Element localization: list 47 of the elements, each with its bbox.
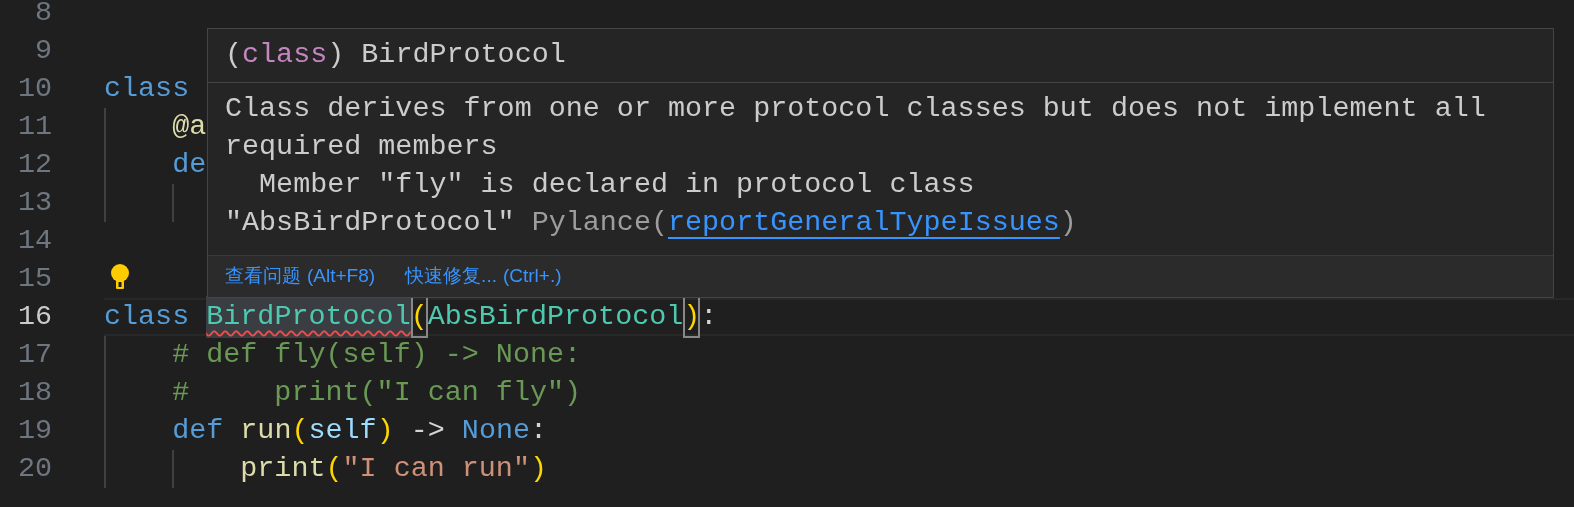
code-text: -> [409,412,446,449]
line-number: 14 [16,222,52,259]
line-number: 19 [16,412,52,449]
class-name: AbsBirdProtocol [427,298,684,335]
line-number: 20 [16,450,52,487]
bracket: ( [291,412,309,449]
class-name: BirdProtocol [206,295,411,339]
keyword-text: None [461,412,530,449]
rule-link[interactable]: reportGeneralTypeIssues [668,201,1060,245]
diagnostic-source: Pylance( [531,204,668,241]
bracket: ) [529,450,547,487]
diagnostic-source: ) [1059,204,1077,241]
diagnostic-message: Class derives from one or more protocol classes but does not implement all [225,90,1486,127]
line-number: 12 [16,146,52,183]
string-literal: "I can run" [342,450,530,487]
bracket: ) [683,295,701,339]
diagnostic-message: "AbsBirdProtocol" [225,204,515,241]
keyword-text: class [104,298,191,335]
function-name: print [239,450,326,487]
line-number: 11 [16,108,52,145]
diagnostic-message: required members [225,128,498,165]
code-text: : [530,412,548,449]
line-number: 13 [16,184,52,221]
keyword-text: de [171,146,207,183]
action-link[interactable]: 快速修复... (Ctrl+.) [405,262,562,291]
line-number: 15 [16,260,52,297]
line-number: 18 [16,374,52,411]
line-number: 17 [16,336,52,373]
code-text: : [700,298,718,335]
bracket: ) [376,412,394,449]
line-number: 8 [33,0,52,31]
action-link[interactable]: 查看问题 (Alt+F8) [225,262,376,291]
comment-text: # print("I can fly") [171,374,582,411]
line-number: 16 [16,298,52,335]
decorator-text: @a [171,108,207,145]
parameter-name: self [308,412,377,449]
diagnostic-message: Member "fly" is declared in protocol class [258,166,975,203]
bracket: ( [325,450,343,487]
hover-signature: (class) BirdProtocol [225,37,566,74]
keyword-text: class [104,70,190,107]
keyword-text: def [171,412,225,449]
comment-text: # def fly(self) -> None: [171,336,582,373]
line-number: 10 [16,70,52,107]
bracket: ( [410,295,428,339]
lightbulb-icon[interactable] [110,264,130,290]
line-number: 9 [33,32,52,69]
function-name: run [240,412,292,449]
